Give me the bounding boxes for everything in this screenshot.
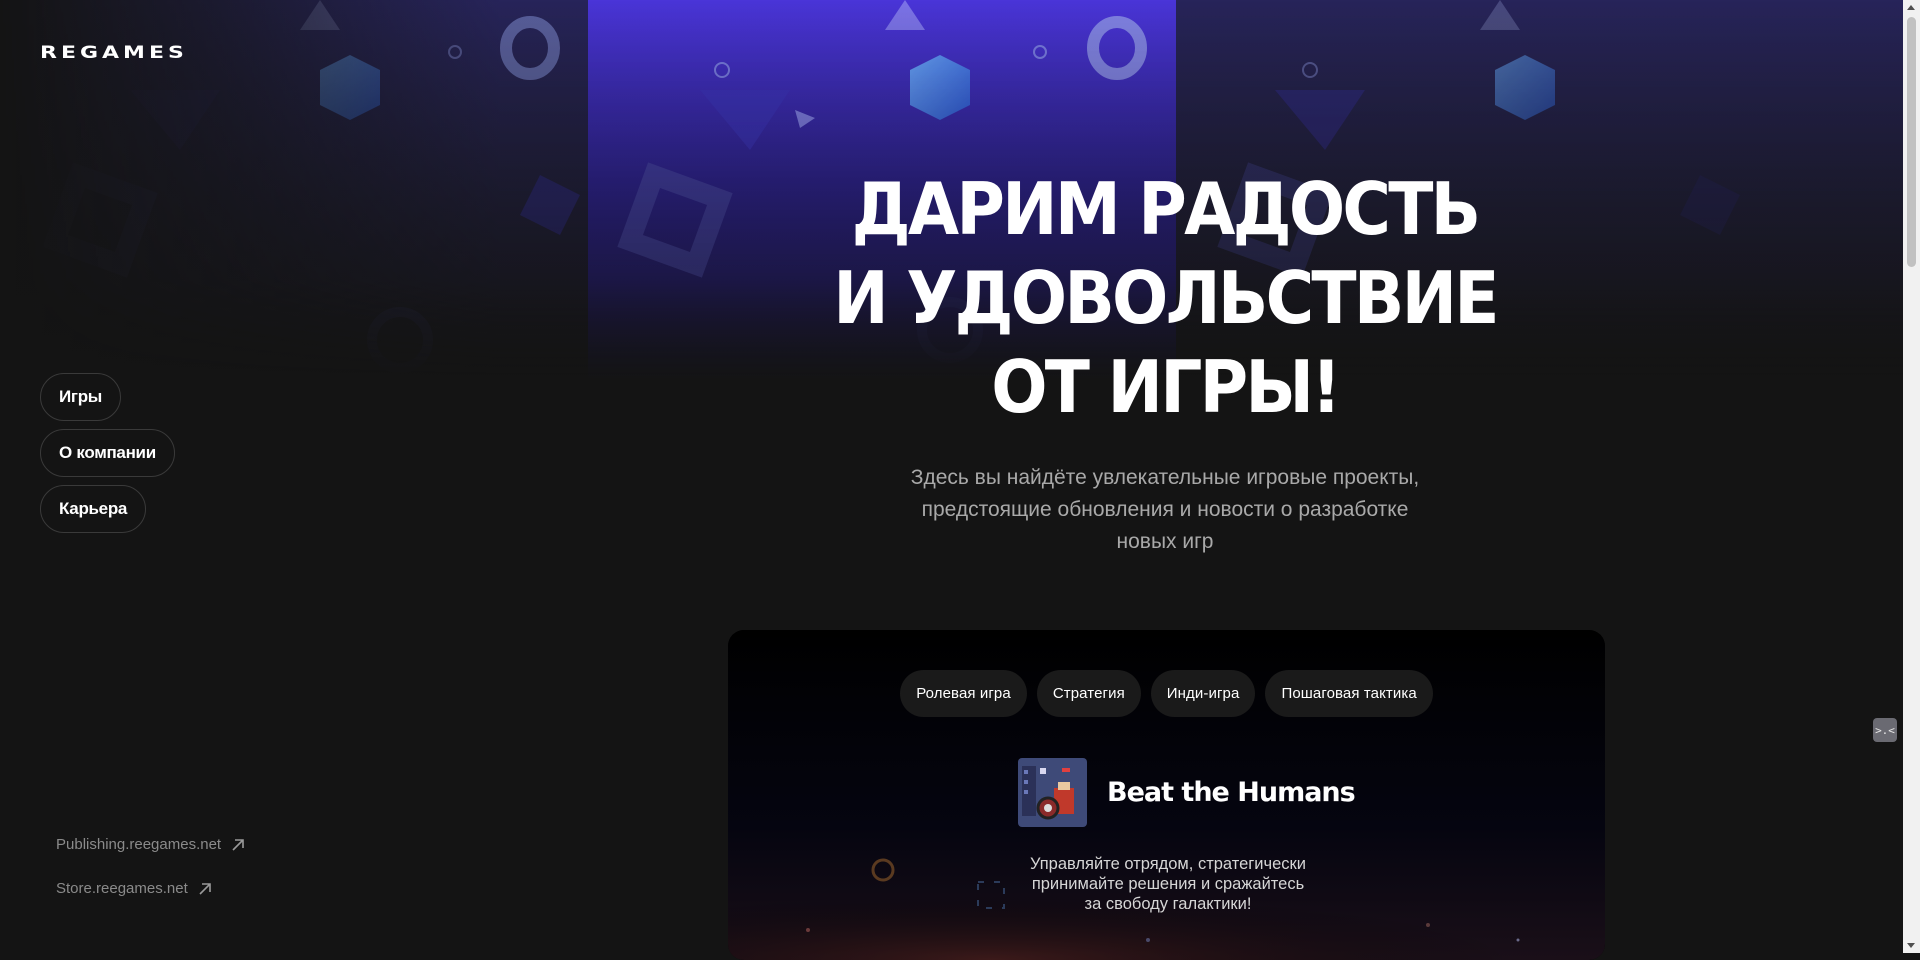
arrow-up-right-icon [199,882,211,895]
tag-rpg[interactable]: Ролевая игра [900,670,1027,717]
hero-subtitle-line: новых игр [1116,530,1214,553]
publishing-link-label: Publishing.reegames.net [56,836,222,853]
nav-item-games[interactable]: Игры [40,373,122,421]
main-nav: Игры О компании Карьера [40,373,175,533]
scroll-thumb[interactable] [1907,17,1916,267]
game-tags: Ролевая игра Стратегия Инди-игра Пошагов… [728,670,1605,717]
game-description-line: Управляйте отрядом, стратегически [1030,855,1306,873]
regames-logo[interactable]: REGAMES [40,43,188,63]
hero-title-line: ДАРИМ РАДОСТЬ [851,167,1482,251]
hero-title-line: И УДОВОЛЬСТВИЕ [833,256,1499,340]
game-title[interactable]: Beat the Humans [1107,777,1356,808]
nav-item-about[interactable]: О компании [40,429,175,477]
extension-icon[interactable]: >.< [1873,718,1897,742]
page-scrollbar[interactable] [1903,0,1920,953]
game-description: Управляйте отрядом, стратегически приним… [998,854,1338,914]
hero-title: ДАРИМ РАДОСТЬ И УДОВОЛЬСТВИЕ ОТ ИГРЫ! [811,165,1519,432]
nav-item-career[interactable]: Карьера [40,485,147,533]
publishing-link[interactable]: Publishing.reegames.net [56,836,245,853]
hero-subtitle: Здесь вы найдёте увлекательные игровые п… [860,462,1470,558]
scroll-up-icon[interactable] [1907,5,1915,10]
store-link[interactable]: Store.reegames.net [56,880,245,897]
game-header: Beat the Humans [1018,758,1356,827]
game-thumbnail[interactable] [1018,758,1087,827]
store-link-label: Store.reegames.net [56,880,188,897]
game-description-line: принимайте решения и сражайтесь [1031,875,1305,893]
tag-strategy[interactable]: Стратегия [1036,670,1141,717]
tag-turn-based-tactics[interactable]: Пошаговая тактика [1265,670,1433,717]
arrow-up-right-icon [232,838,244,851]
hero-subtitle-line: предстоящие обновления и новости о разра… [921,498,1409,521]
hero-subtitle-line: Здесь вы найдёте увлекательные игровые п… [910,466,1420,489]
scroll-down-icon[interactable] [1907,943,1915,948]
game-card[interactable]: Ролевая игра Стратегия Инди-игра Пошагов… [728,630,1605,960]
game-description-line: за свободу галактики! [1084,895,1252,913]
external-links: Publishing.reegames.net Store.reegames.n… [56,836,245,924]
hero-title-line: ОТ ИГРЫ! [991,345,1341,429]
tag-indie[interactable]: Инди-игра [1150,670,1256,717]
